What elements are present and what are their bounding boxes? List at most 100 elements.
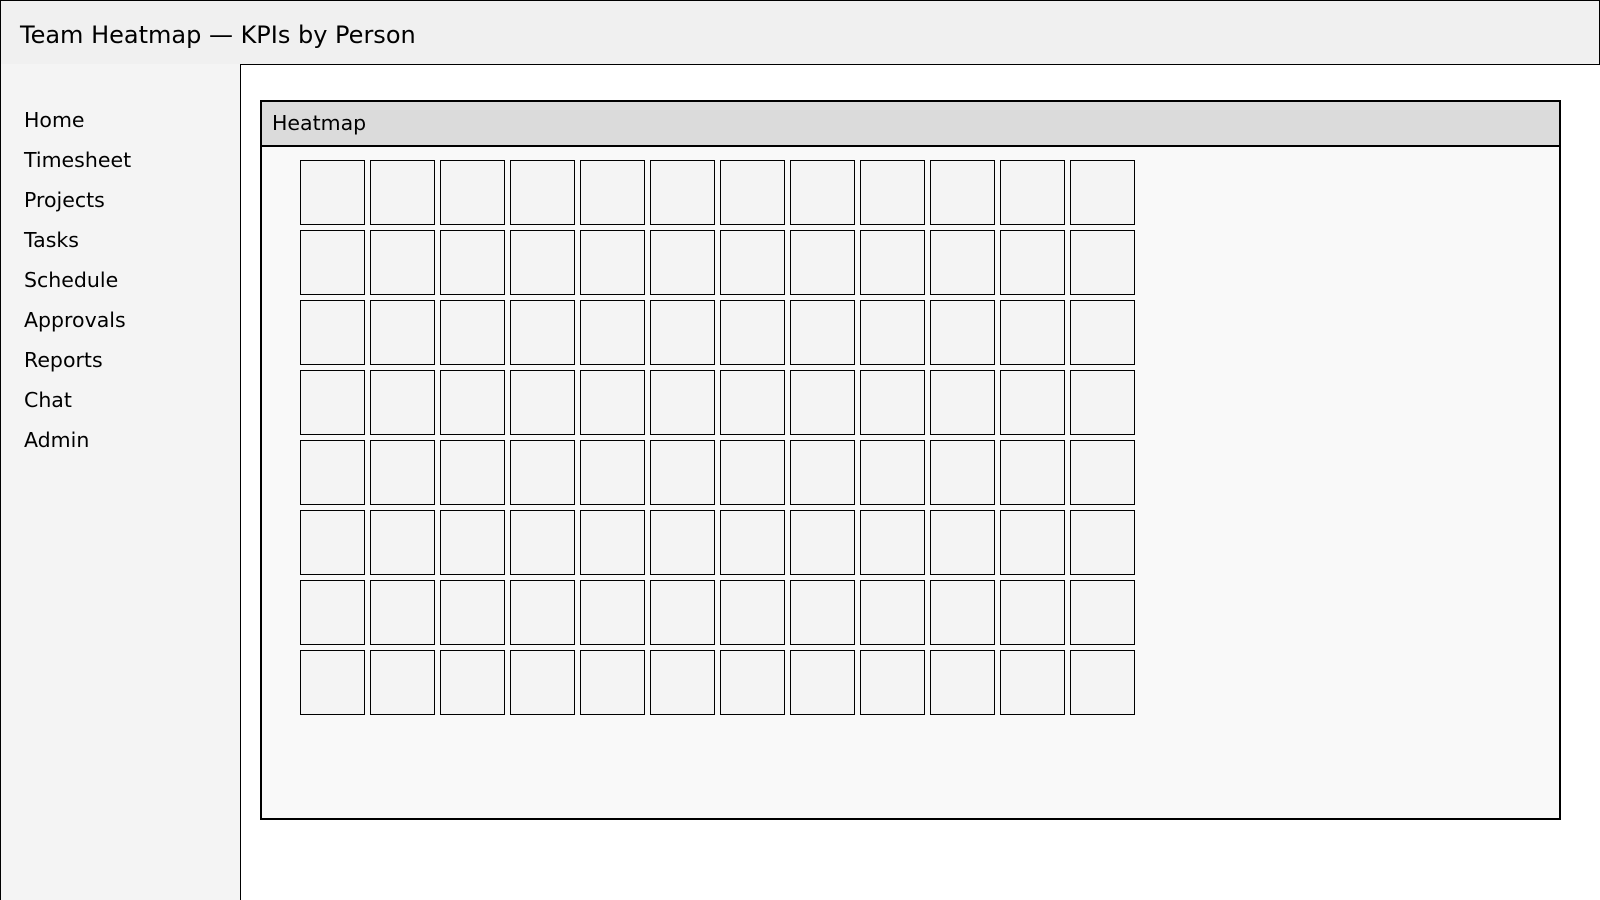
heatmap-cell[interactable] — [300, 510, 365, 575]
heatmap-cell[interactable] — [370, 580, 435, 645]
heatmap-cell[interactable] — [1070, 510, 1135, 575]
heatmap-cell[interactable] — [580, 230, 645, 295]
heatmap-cell[interactable] — [650, 230, 715, 295]
heatmap-cell[interactable] — [930, 300, 995, 365]
heatmap-cell[interactable] — [650, 300, 715, 365]
heatmap-cell[interactable] — [1000, 300, 1065, 365]
heatmap-cell[interactable] — [370, 300, 435, 365]
heatmap-cell[interactable] — [440, 300, 505, 365]
heatmap-cell[interactable] — [300, 580, 365, 645]
heatmap-cell[interactable] — [1070, 650, 1135, 715]
heatmap-cell[interactable] — [300, 440, 365, 505]
sidebar-item-timesheet[interactable]: Timesheet — [24, 140, 131, 180]
heatmap-cell[interactable] — [860, 160, 925, 225]
heatmap-cell[interactable] — [650, 440, 715, 505]
heatmap-cell[interactable] — [510, 300, 575, 365]
heatmap-cell[interactable] — [860, 230, 925, 295]
heatmap-cell[interactable] — [440, 230, 505, 295]
heatmap-cell[interactable] — [720, 300, 785, 365]
heatmap-cell[interactable] — [1000, 370, 1065, 435]
heatmap-cell[interactable] — [650, 160, 715, 225]
heatmap-cell[interactable] — [1070, 300, 1135, 365]
heatmap-cell[interactable] — [510, 650, 575, 715]
heatmap-cell[interactable] — [1070, 440, 1135, 505]
heatmap-cell[interactable] — [580, 370, 645, 435]
heatmap-cell[interactable] — [370, 160, 435, 225]
heatmap-cell[interactable] — [370, 510, 435, 575]
heatmap-cell[interactable] — [720, 510, 785, 575]
heatmap-cell[interactable] — [930, 650, 995, 715]
heatmap-cell[interactable] — [790, 650, 855, 715]
heatmap-cell[interactable] — [720, 650, 785, 715]
heatmap-cell[interactable] — [1000, 510, 1065, 575]
heatmap-cell[interactable] — [370, 650, 435, 715]
sidebar-item-projects[interactable]: Projects — [24, 180, 131, 220]
sidebar-item-schedule[interactable]: Schedule — [24, 260, 131, 300]
heatmap-cell[interactable] — [930, 510, 995, 575]
heatmap-cell[interactable] — [650, 650, 715, 715]
heatmap-cell[interactable] — [510, 370, 575, 435]
heatmap-cell[interactable] — [440, 370, 505, 435]
heatmap-cell[interactable] — [860, 580, 925, 645]
heatmap-cell[interactable] — [580, 650, 645, 715]
heatmap-cell[interactable] — [510, 440, 575, 505]
heatmap-cell[interactable] — [790, 580, 855, 645]
heatmap-cell[interactable] — [930, 160, 995, 225]
heatmap-cell[interactable] — [440, 650, 505, 715]
heatmap-cell[interactable] — [930, 370, 995, 435]
heatmap-cell[interactable] — [580, 580, 645, 645]
heatmap-cell[interactable] — [440, 580, 505, 645]
heatmap-cell[interactable] — [580, 510, 645, 575]
heatmap-cell[interactable] — [720, 370, 785, 435]
heatmap-cell[interactable] — [930, 580, 995, 645]
heatmap-cell[interactable] — [720, 230, 785, 295]
heatmap-cell[interactable] — [720, 440, 785, 505]
heatmap-cell[interactable] — [790, 300, 855, 365]
heatmap-cell[interactable] — [580, 440, 645, 505]
heatmap-cell[interactable] — [300, 650, 365, 715]
heatmap-cell[interactable] — [580, 300, 645, 365]
heatmap-cell[interactable] — [510, 510, 575, 575]
heatmap-cell[interactable] — [650, 580, 715, 645]
heatmap-cell[interactable] — [440, 440, 505, 505]
heatmap-cell[interactable] — [1070, 370, 1135, 435]
heatmap-cell[interactable] — [860, 440, 925, 505]
heatmap-cell[interactable] — [440, 510, 505, 575]
heatmap-cell[interactable] — [860, 510, 925, 575]
heatmap-cell[interactable] — [1000, 160, 1065, 225]
heatmap-cell[interactable] — [370, 440, 435, 505]
sidebar-item-approvals[interactable]: Approvals — [24, 300, 131, 340]
heatmap-cell[interactable] — [790, 160, 855, 225]
heatmap-cell[interactable] — [650, 370, 715, 435]
heatmap-cell[interactable] — [510, 160, 575, 225]
heatmap-cell[interactable] — [370, 370, 435, 435]
heatmap-cell[interactable] — [720, 160, 785, 225]
heatmap-cell[interactable] — [1000, 440, 1065, 505]
heatmap-cell[interactable] — [370, 230, 435, 295]
heatmap-cell[interactable] — [300, 160, 365, 225]
heatmap-cell[interactable] — [510, 230, 575, 295]
heatmap-cell[interactable] — [300, 370, 365, 435]
heatmap-cell[interactable] — [1070, 160, 1135, 225]
heatmap-cell[interactable] — [440, 160, 505, 225]
heatmap-cell[interactable] — [930, 440, 995, 505]
heatmap-cell[interactable] — [860, 370, 925, 435]
heatmap-cell[interactable] — [510, 580, 575, 645]
heatmap-cell[interactable] — [860, 650, 925, 715]
heatmap-cell[interactable] — [650, 510, 715, 575]
sidebar-item-admin[interactable]: Admin — [24, 420, 131, 460]
heatmap-cell[interactable] — [1000, 650, 1065, 715]
heatmap-cell[interactable] — [790, 510, 855, 575]
sidebar-item-home[interactable]: Home — [24, 100, 131, 140]
heatmap-cell[interactable] — [1000, 580, 1065, 645]
heatmap-cell[interactable] — [580, 160, 645, 225]
heatmap-cell[interactable] — [720, 580, 785, 645]
heatmap-cell[interactable] — [790, 370, 855, 435]
sidebar-item-tasks[interactable]: Tasks — [24, 220, 131, 260]
heatmap-cell[interactable] — [1000, 230, 1065, 295]
sidebar-item-reports[interactable]: Reports — [24, 340, 131, 380]
heatmap-cell[interactable] — [930, 230, 995, 295]
heatmap-cell[interactable] — [860, 300, 925, 365]
heatmap-cell[interactable] — [1070, 230, 1135, 295]
heatmap-cell[interactable] — [300, 300, 365, 365]
